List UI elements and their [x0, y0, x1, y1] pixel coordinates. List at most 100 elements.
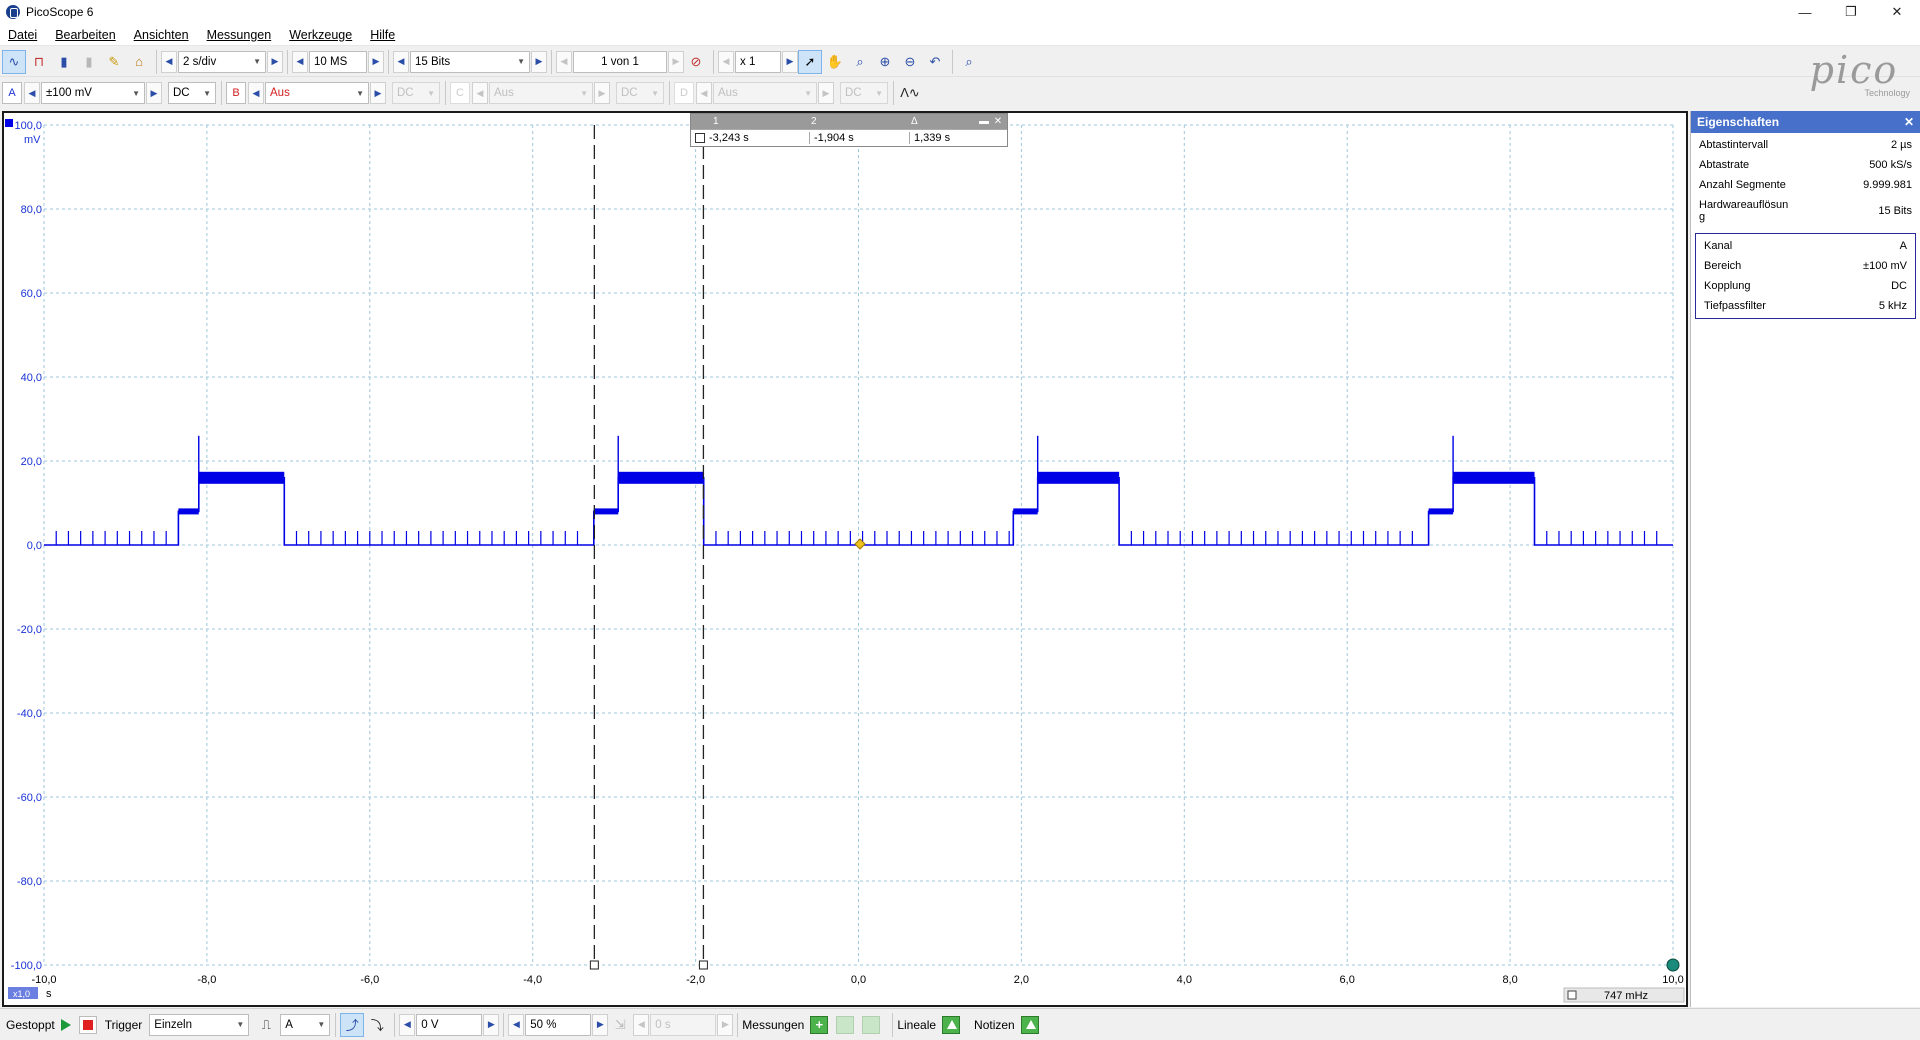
edit-measurement-icon[interactable] [836, 1015, 855, 1034]
post-trigger-icon[interactable]: ⇲ [608, 1013, 632, 1037]
channel-a-range-prev[interactable]: ◀ [24, 82, 40, 104]
channel-a-range-next[interactable]: ▶ [146, 82, 162, 104]
buffer-next-arrow[interactable]: ▶ [668, 50, 684, 73]
delay-prev[interactable]: ◀ [633, 1013, 650, 1036]
probe-icon[interactable]: ✎ [102, 50, 126, 74]
restore-button[interactable]: ❐ [1828, 0, 1874, 24]
samples-select[interactable]: 10 MS [309, 50, 367, 73]
menu-bearbeiten[interactable]: Bearbeiten [55, 28, 115, 42]
channel-a-range-select[interactable]: ±100 mV ▼ [41, 82, 145, 104]
start-icon[interactable] [60, 1018, 71, 1031]
channel-b-coupling-select[interactable]: DC ▼ [392, 82, 440, 104]
advanced-trigger-icon[interactable]: ⎍ [254, 1013, 278, 1037]
delay-field[interactable]: 0 s [650, 1013, 717, 1036]
notes-toggle-icon[interactable] [1020, 1015, 1039, 1034]
zoom-next-arrow[interactable]: ▶ [782, 50, 798, 73]
pico-logo-word: pico [1809, 48, 1899, 92]
channel-b-range-prev[interactable]: ◀ [248, 82, 264, 104]
zoom-out-icon[interactable]: ⊖ [898, 50, 922, 74]
zoom-overview-icon[interactable]: ⌕ [957, 50, 981, 74]
channel-b-button[interactable]: B [226, 82, 246, 104]
time-ruler-handle-2[interactable] [698, 960, 708, 970]
menu-werkzeuge[interactable]: Werkzeuge [289, 28, 352, 42]
channel-c-range-next[interactable]: ▶ [594, 82, 610, 104]
falling-edge-icon[interactable]: ⤵ [365, 1013, 389, 1037]
rulers-toggle-icon[interactable] [942, 1015, 961, 1034]
spectrum-persist-icon[interactable]: ▮ [77, 50, 101, 74]
channel-a-coupling-select[interactable]: DC ▼ [168, 82, 216, 104]
samples-prev-arrow[interactable]: ◀ [292, 50, 308, 73]
zoom-factor-field[interactable]: x 1 [735, 50, 781, 73]
channel-d-range-next[interactable]: ▶ [818, 82, 834, 104]
minimize-button[interactable]: — [1782, 0, 1828, 24]
trigger-level-field[interactable]: 0 V [416, 1013, 483, 1036]
properties-header: Eigenschaften ✕ [1691, 111, 1920, 133]
x-tick-label: 8,0 [1502, 974, 1517, 986]
menu-datei[interactable]: Datei [8, 28, 37, 42]
channel-c-range-prev[interactable]: ◀ [472, 82, 488, 104]
zoom-in-icon[interactable]: ⊕ [873, 50, 897, 74]
y-tick-label: 20,0 [21, 456, 42, 468]
channel-c-button[interactable]: C [450, 82, 470, 104]
scope-view[interactable]: 100,0 80,0 60,0 40,0 20,0 0,0 -20,0 -40,0 -60,0-… [2, 111, 1688, 1007]
channel-d-button[interactable]: D [674, 82, 694, 104]
channel-b-range-select[interactable]: Aus ▼ [265, 82, 369, 104]
channel-c-coupling-select[interactable]: DC ▼ [616, 82, 664, 104]
buffer-overview-icon[interactable]: ⊘ [684, 50, 708, 74]
close-button[interactable]: ✕ [1874, 0, 1920, 24]
resolution-prev-arrow[interactable]: ◀ [393, 50, 409, 73]
ruler-readout-panel[interactable]: 1 2 Δ ▬ ✕ -3,243 s -1,904 s 1,339 s [690, 113, 1008, 147]
y-axis-ticks: 100,0 80,0 60,0 40,0 20,0 0,0 -20,0 -40,0 -60,0 -… [11, 120, 42, 972]
frequency-icon [1567, 990, 1577, 1000]
zoom-area-icon[interactable]: ⌕ [848, 50, 872, 74]
undo-zoom-icon[interactable]: ↶ [923, 50, 947, 74]
menu-ansichten[interactable]: Ansichten [134, 28, 189, 42]
samples-next-arrow[interactable]: ▶ [368, 50, 384, 73]
rising-edge-icon[interactable]: ⤴ [340, 1012, 365, 1037]
step-noise-band [1013, 508, 1038, 515]
buffer-prev-arrow[interactable]: ◀ [556, 50, 572, 73]
scope-plot[interactable]: 100,080,060,040,020,00,0-20,0-40,0-60,0-… [4, 113, 1686, 1005]
zoom-origin-handle[interactable] [1666, 958, 1680, 972]
ruler-close-icon[interactable]: ✕ [991, 116, 1005, 127]
math-channels-icon[interactable]: Λ∿ [898, 81, 922, 105]
channel-d-range-select[interactable]: Aus ▼ [713, 82, 817, 104]
delay-next[interactable]: ▶ [717, 1013, 734, 1036]
time-ruler-handle-1[interactable] [589, 960, 599, 970]
zoom-prev-arrow[interactable]: ◀ [718, 50, 734, 73]
channel-d-range-prev[interactable]: ◀ [696, 82, 712, 104]
menu-hilfe[interactable]: Hilfe [370, 28, 395, 42]
pretrigger-next[interactable]: ▶ [592, 1013, 609, 1036]
timebase-next-arrow[interactable]: ▶ [267, 50, 283, 73]
pointer-tool-icon[interactable]: ➚ [798, 49, 822, 74]
properties-close-icon[interactable]: ✕ [1904, 115, 1914, 129]
channel-b-range-next[interactable]: ▶ [370, 82, 386, 104]
spectrum-mode-icon[interactable]: ▮ [52, 50, 76, 74]
trigger-channel-select[interactable]: A ▼ [280, 1013, 331, 1036]
resolution-select[interactable]: 15 Bits ▼ [410, 50, 530, 73]
buffer-navigator[interactable]: 1 von 1 [573, 50, 667, 73]
add-measurement-icon[interactable]: + [810, 1015, 829, 1034]
trigger-level-next[interactable]: ▶ [483, 1013, 500, 1036]
channel-c-range-select[interactable]: Aus ▼ [489, 82, 593, 104]
scope-mode-icon[interactable]: ∿ [2, 49, 26, 74]
trigger-mode-select[interactable]: Einzeln ▼ [149, 1013, 250, 1036]
stop-icon[interactable] [78, 1015, 97, 1034]
menu-messungen[interactable]: Messungen [207, 28, 272, 42]
time-rulers[interactable] [589, 125, 708, 970]
timebase-prev-arrow[interactable]: ◀ [161, 50, 177, 73]
channel-d-coupling-select[interactable]: DC ▼ [840, 82, 888, 104]
ruler-minimize-icon[interactable]: ▬ [977, 116, 991, 127]
trigger-level-prev[interactable]: ◀ [399, 1013, 416, 1036]
persistence-mode-icon[interactable]: ⊓ [27, 50, 51, 74]
pretrigger-field[interactable]: 50 % [525, 1013, 592, 1036]
home-icon[interactable]: ⌂ [127, 50, 151, 74]
channel-a-button[interactable]: A [2, 82, 22, 104]
delete-measurement-icon[interactable] [862, 1015, 881, 1034]
pretrigger-prev[interactable]: ◀ [508, 1013, 525, 1036]
timebase-select[interactable]: 2 s/div ▼ [178, 50, 266, 73]
channel-a-axis-marker[interactable] [5, 119, 13, 127]
trigger-marker-icon[interactable] [854, 538, 866, 550]
resolution-next-arrow[interactable]: ▶ [531, 50, 547, 73]
hand-tool-icon[interactable]: ✋ [823, 50, 847, 74]
